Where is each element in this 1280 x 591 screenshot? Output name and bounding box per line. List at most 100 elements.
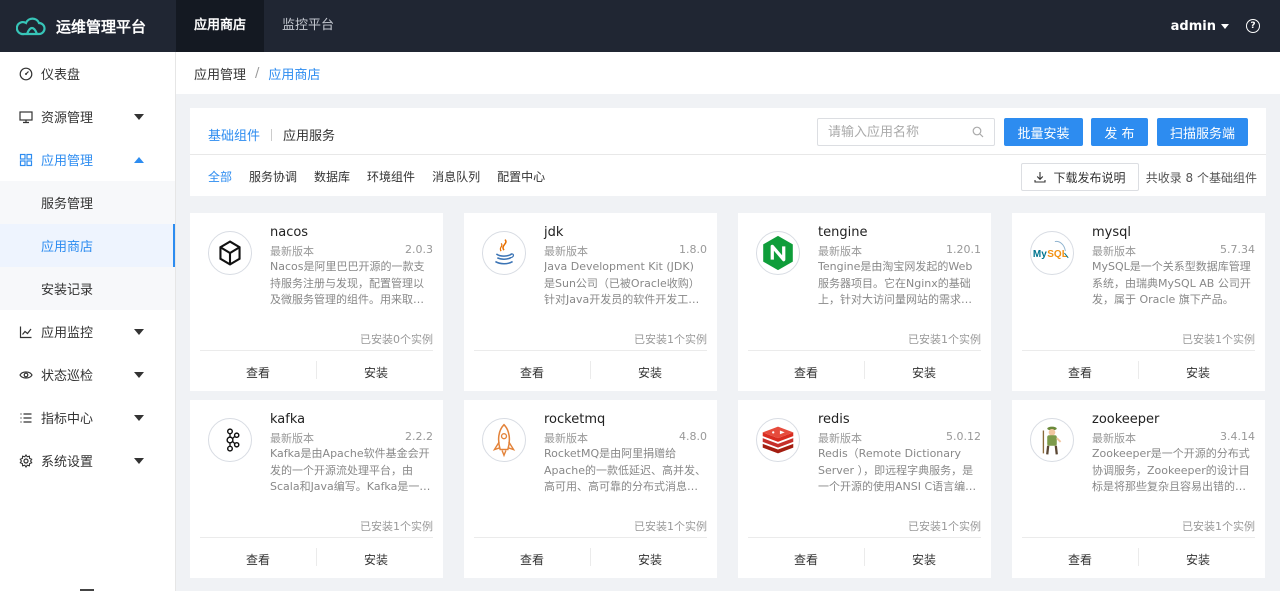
filter-environment[interactable]: 环境组件 bbox=[367, 168, 415, 185]
card-divider bbox=[1022, 350, 1255, 351]
install-button[interactable]: 安装 bbox=[364, 364, 388, 381]
app-name: kafka bbox=[270, 412, 306, 427]
app-name: redis bbox=[818, 412, 850, 427]
top-bar: 运维管理平台 应用商店 监控平台 admin ? bbox=[0, 0, 1280, 52]
filter-message-queue[interactable]: 消息队列 bbox=[432, 168, 480, 185]
card-divider bbox=[748, 350, 981, 351]
card-divider bbox=[1022, 537, 1255, 538]
view-button[interactable]: 查看 bbox=[794, 551, 818, 568]
view-button[interactable]: 查看 bbox=[246, 364, 270, 381]
sidebar-item-inspection[interactable]: 状态巡检 bbox=[0, 353, 175, 396]
app-version: 1.8.0 bbox=[679, 243, 707, 256]
batch-install-button[interactable]: 批量安装 bbox=[1004, 118, 1083, 146]
app-name: zookeeper bbox=[1092, 412, 1160, 427]
sidebar-subitem-app-store[interactable]: 应用商店 bbox=[0, 224, 175, 267]
sidebar-item-settings[interactable]: 系统设置 bbox=[0, 439, 175, 482]
app-name: mysql bbox=[1092, 225, 1131, 240]
svg-text:SQL: SQL bbox=[1047, 249, 1068, 260]
sidebar-item-label: 指标中心 bbox=[41, 412, 94, 427]
view-button[interactable]: 查看 bbox=[520, 364, 544, 381]
sidebar-subitem-install-records[interactable]: 安装记录 bbox=[0, 267, 175, 310]
tab-app-services[interactable]: 应用服务 bbox=[283, 125, 335, 144]
app-version: 2.0.3 bbox=[405, 243, 433, 256]
sidebar-item-label: 仪表盘 bbox=[41, 68, 81, 83]
install-button[interactable]: 安装 bbox=[1186, 551, 1210, 568]
mysql-icon: My SQL bbox=[1030, 231, 1074, 275]
app-card: rocketmq 最新版本 4.8.0 RocketMQ是由阿里捐赠给Apache的一… bbox=[464, 400, 717, 578]
redis-icon bbox=[756, 418, 800, 462]
action-divider bbox=[316, 361, 317, 379]
action-divider bbox=[590, 361, 591, 379]
card-divider bbox=[200, 537, 433, 538]
tabs-row: 基础组件 应用服务 批量安装 发 布 扫描服务端 bbox=[190, 108, 1266, 155]
action-divider bbox=[590, 548, 591, 566]
app-card: nacos 最新版本 2.0.3 Nacos是阿里巴巴开源的一款支持服务注册与发现，配… bbox=[190, 213, 443, 391]
app-version: 5.7.34 bbox=[1220, 243, 1255, 256]
install-button[interactable]: 安装 bbox=[912, 551, 936, 568]
app-card: redis 最新版本 5.0.12 Redis（Remote Dictionary S… bbox=[738, 400, 991, 578]
install-button[interactable]: 安装 bbox=[638, 364, 662, 381]
search-input[interactable] bbox=[828, 124, 968, 140]
view-button[interactable]: 查看 bbox=[246, 551, 270, 568]
view-button[interactable]: 查看 bbox=[1068, 551, 1092, 568]
app-description: Tengine是由淘宝网发起的Web服务器项目。它在Nginx的基础上，针对大访… bbox=[818, 260, 973, 306]
download-release-notes-button[interactable]: 下载发布说明 bbox=[1021, 163, 1139, 191]
view-button[interactable]: 查看 bbox=[1068, 364, 1092, 381]
chevron-up-icon bbox=[134, 157, 144, 163]
sidebar-item-app-management[interactable]: 应用管理 bbox=[0, 138, 175, 181]
rocket-icon bbox=[482, 418, 526, 462]
publish-button[interactable]: 发 布 bbox=[1091, 118, 1148, 146]
view-button[interactable]: 查看 bbox=[794, 364, 818, 381]
toolbar-panel: 基础组件 应用服务 批量安装 发 布 扫描服务端 全部 服务协调 数据库 环境组… bbox=[190, 108, 1266, 196]
installed-count: 已安装1个实例 bbox=[1182, 333, 1255, 346]
brand[interactable]: 运维管理平台 bbox=[0, 0, 176, 52]
app-name: nacos bbox=[270, 225, 309, 240]
download-icon bbox=[1034, 172, 1047, 183]
tab-divider bbox=[271, 128, 273, 141]
zookeeper-icon bbox=[1030, 418, 1074, 462]
grid-icon bbox=[19, 153, 33, 167]
topnav-monitor[interactable]: 监控平台 bbox=[264, 0, 352, 52]
list-icon bbox=[19, 411, 33, 425]
filter-all[interactable]: 全部 bbox=[208, 168, 232, 185]
nginx-icon bbox=[756, 231, 800, 275]
filter-config-center[interactable]: 配置中心 bbox=[497, 168, 545, 185]
gear-icon bbox=[19, 453, 33, 468]
installed-count: 已安装1个实例 bbox=[634, 520, 707, 533]
app-card: tengine 最新版本 1.20.1 Tengine是由淘宝网发起的Web服务器项目… bbox=[738, 213, 991, 391]
sidebar-subitem-service-management[interactable]: 服务管理 bbox=[0, 181, 175, 224]
install-button[interactable]: 安装 bbox=[1186, 364, 1210, 381]
app-title: 运维管理平台 bbox=[56, 17, 147, 36]
top-nav: 应用商店 监控平台 bbox=[176, 0, 352, 52]
help-icon[interactable]: ? bbox=[1246, 19, 1260, 33]
sidebar-item-metrics[interactable]: 指标中心 bbox=[0, 396, 175, 439]
sidebar-item-app-monitoring[interactable]: 应用监控 bbox=[0, 310, 175, 353]
install-button[interactable]: 安装 bbox=[912, 364, 936, 381]
install-button[interactable]: 安装 bbox=[364, 551, 388, 568]
installed-count: 已安装1个实例 bbox=[908, 333, 981, 346]
app-version: 2.2.2 bbox=[405, 430, 433, 443]
chevron-down-icon bbox=[134, 114, 144, 120]
install-button[interactable]: 安装 bbox=[638, 551, 662, 568]
app-card: My SQL mysql 最新版本 5.7.34 MySQL是一个关系型数据库管理系统，由… bbox=[1012, 213, 1265, 391]
username: admin bbox=[1170, 18, 1216, 34]
card-divider bbox=[474, 537, 707, 538]
search-icon[interactable] bbox=[972, 126, 984, 138]
version-label: 最新版本 bbox=[270, 245, 314, 258]
tab-basic-components[interactable]: 基础组件 bbox=[208, 125, 260, 144]
sidebar-item-dashboard[interactable]: 仪表盘 bbox=[0, 52, 175, 95]
sidebar-item-label: 状态巡检 bbox=[41, 369, 94, 384]
view-button[interactable]: 查看 bbox=[520, 551, 544, 568]
app-card: jdk 最新版本 1.8.0 Java Development Kit (JDK) 是… bbox=[464, 213, 717, 391]
user-menu[interactable]: admin bbox=[1171, 19, 1229, 34]
cloud-logo-icon bbox=[16, 17, 46, 36]
app-version: 5.0.12 bbox=[946, 430, 981, 443]
sidebar-item-resources[interactable]: 资源管理 bbox=[0, 95, 175, 138]
breadcrumb-parent[interactable]: 应用管理 bbox=[194, 64, 246, 83]
filter-coordination[interactable]: 服务协调 bbox=[249, 168, 297, 185]
app-description: Java Development Kit (JDK) 是Sun公司（已被Orac… bbox=[544, 260, 700, 306]
scan-server-button[interactable]: 扫描服务端 bbox=[1157, 118, 1248, 146]
topnav-app-store[interactable]: 应用商店 bbox=[176, 0, 265, 52]
filter-database[interactable]: 数据库 bbox=[314, 168, 350, 185]
app-description: Redis（Remote Dictionary Server ），即远程字典服务… bbox=[818, 447, 974, 493]
